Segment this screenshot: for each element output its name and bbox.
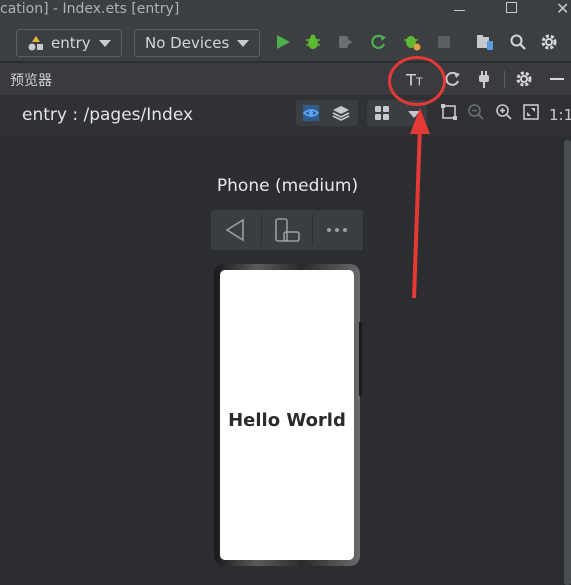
plug-icon[interactable] (474, 69, 494, 89)
back-button[interactable] (211, 210, 261, 250)
profiler-icon[interactable] (403, 33, 421, 51)
window-title: cation] - Index.ets [entry] (0, 1, 180, 17)
previewer-panel-header: 预览器 T T (0, 63, 571, 95)
maximize-window-button[interactable] (506, 2, 517, 13)
back-icon (225, 218, 244, 242)
rotate-button[interactable] (262, 210, 312, 250)
multi-device-icon[interactable] (373, 104, 391, 122)
settings-icon[interactable] (514, 69, 534, 89)
minimize-window-button[interactable] (454, 10, 465, 11)
module-icon (27, 35, 45, 51)
toolbar-separator (0, 51, 6, 53)
device-control-bar (211, 210, 363, 250)
main-toolbar: entry No Devices (0, 22, 571, 62)
header-divider (504, 71, 505, 88)
device-select-value: No Devices (145, 34, 230, 52)
module-select-value: entry (51, 34, 91, 52)
settings-icon[interactable] (540, 33, 558, 51)
chevron-down-icon (237, 40, 249, 47)
preview-path-bar: entry : /pages/Index 1:1 (0, 96, 571, 136)
layers-icon[interactable] (332, 104, 350, 122)
stop-icon[interactable] (435, 33, 453, 51)
fullscreen-icon[interactable] (522, 103, 540, 121)
annotation-circle (388, 56, 446, 106)
more-button[interactable] (313, 210, 363, 250)
phone-screen[interactable]: Hello World (220, 270, 354, 560)
minimize-panel-icon[interactable] (547, 69, 567, 89)
phone-side-button (359, 322, 362, 396)
device-select[interactable]: No Devices (134, 29, 260, 57)
fit-frame-icon[interactable] (440, 103, 458, 121)
vertical-scrollbar[interactable] (564, 140, 571, 585)
module-select[interactable]: entry (16, 29, 122, 57)
panel-title: 预览器 (10, 73, 52, 89)
chevron-down-icon (99, 40, 111, 47)
attach-debugger-icon[interactable] (337, 33, 355, 51)
search-icon[interactable] (509, 33, 527, 51)
zoom-out-icon[interactable] (467, 103, 485, 121)
inspector-icon[interactable] (302, 104, 320, 122)
device-manager-icon[interactable] (476, 33, 494, 51)
close-window-button[interactable]: ✕ (556, 0, 569, 18)
zoom-in-icon[interactable] (495, 103, 513, 121)
rotate-icon (275, 218, 300, 242)
annotation-arrow-icon (410, 108, 430, 299)
debug-icon[interactable] (304, 33, 322, 51)
window-title-bar: cation] - Index.ets [entry] ✕ (0, 0, 571, 22)
more-icon (327, 228, 347, 232)
zoom-reset-button[interactable]: 1:1 (549, 106, 571, 124)
phone-frame: Hello World (214, 264, 360, 566)
device-name: Phone (medium) (216, 176, 359, 196)
hello-world-text: Hello World (228, 410, 346, 431)
view-mode-group (296, 100, 358, 126)
page-path: entry : /pages/Index (22, 105, 194, 125)
apply-changes-icon[interactable] (369, 33, 387, 51)
run-icon[interactable] (274, 33, 292, 51)
